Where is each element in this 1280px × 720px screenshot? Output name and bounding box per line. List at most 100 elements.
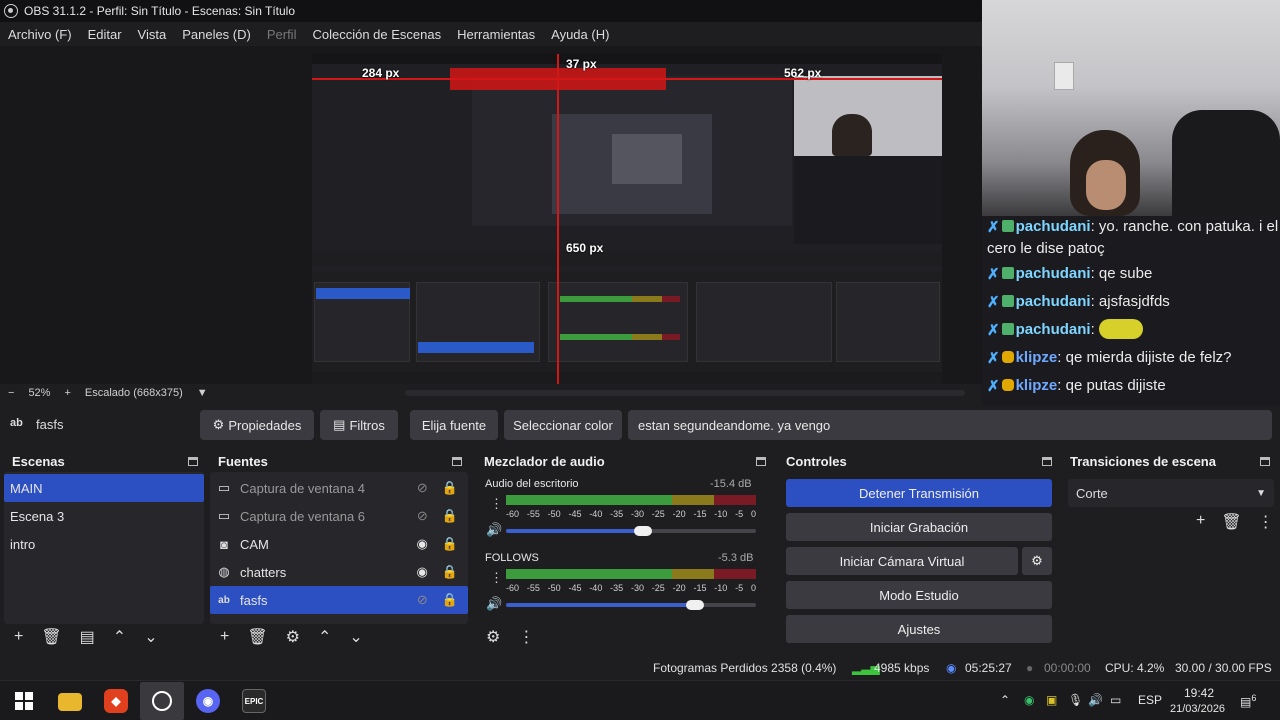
volume-knob[interactable] xyxy=(686,600,704,610)
chat-overlay: ✗ pachudani: yo. ranche. con patuka. i el… xyxy=(982,216,1280,406)
lock-icon[interactable]: 🔒 xyxy=(442,508,458,524)
menu-paneles[interactable]: Paneles (D) xyxy=(182,27,251,42)
zoom-in-button[interactable]: + xyxy=(64,387,70,399)
popout-icon[interactable] xyxy=(1042,456,1052,466)
start-recording-button[interactable]: Iniciar Grabación xyxy=(786,513,1052,541)
menu-perfil[interactable]: Perfil xyxy=(267,27,297,42)
popout-icon[interactable] xyxy=(1260,456,1270,466)
filters-button[interactable]: ▤ Filtros xyxy=(320,410,398,440)
emote-badge-icon xyxy=(1001,267,1014,279)
menu-herramientas[interactable]: Herramientas xyxy=(457,27,535,42)
stop-stream-button[interactable]: Detener Transmisión xyxy=(786,479,1052,507)
popout-icon[interactable] xyxy=(188,456,198,466)
advanced-audio-icon[interactable]: ⚙ xyxy=(486,627,500,647)
menu-vista[interactable]: Vista xyxy=(138,27,167,42)
gear-icon[interactable]: ⚙ xyxy=(286,627,300,647)
speaker-icon[interactable]: 🔊 xyxy=(486,596,502,612)
controls-title: Controles xyxy=(786,453,847,469)
eye-off-icon[interactable]: ⊘ xyxy=(417,480,428,496)
properties-button[interactable]: ⚙ Propiedades xyxy=(200,410,314,440)
notification-icon[interactable]: ▤6 xyxy=(1240,693,1256,709)
preview-scrollbar[interactable] xyxy=(405,390,965,396)
choose-source-button[interactable]: Elija fuente xyxy=(410,410,498,440)
source-item[interactable]: ▭ Captura de ventana 6 ⊘ 🔒 xyxy=(210,502,468,530)
sword-badge-icon: ✗ xyxy=(987,350,1000,367)
lock-icon[interactable]: 🔒 xyxy=(442,592,458,608)
clock-time[interactable]: 19:42 xyxy=(1184,686,1214,700)
virtual-cam-settings-button[interactable]: ⚙ xyxy=(1022,547,1052,575)
clock-date[interactable]: 21/03/2026 xyxy=(1170,703,1225,715)
discord-icon[interactable]: ◉ xyxy=(196,689,220,713)
eye-off-icon[interactable]: ⊘ xyxy=(417,508,428,524)
obs-taskbar-icon[interactable] xyxy=(140,682,184,720)
level-meter xyxy=(506,569,756,579)
eye-icon[interactable]: ◉ xyxy=(416,536,427,552)
sword-badge-icon: ✗ xyxy=(987,266,1000,283)
trash-icon[interactable]: 🗑 xyxy=(247,627,267,647)
add-icon[interactable]: + xyxy=(1196,512,1205,532)
tray-chevron-icon[interactable]: ⌃ xyxy=(1000,693,1010,707)
source-item[interactable]: ab fasfs ⊘ 🔒 xyxy=(210,586,468,614)
brave-browser-icon[interactable]: ◆ xyxy=(104,689,128,713)
lock-icon[interactable]: 🔒 xyxy=(442,480,458,496)
lock-icon[interactable]: 🔒 xyxy=(442,564,458,580)
channel-name: Audio del escritorio xyxy=(485,478,579,490)
tray-app-icon-2[interactable]: ▣ xyxy=(1046,693,1057,707)
preview-canvas[interactable]: 284 px 37 px 562 px 650 px xyxy=(312,54,942,384)
transition-select[interactable]: Corte ▼ xyxy=(1068,479,1274,507)
menu-editar[interactable]: Editar xyxy=(88,27,122,42)
volume-icon[interactable]: 🔊 xyxy=(1088,693,1103,707)
sword-badge-icon: ✗ xyxy=(987,378,1000,395)
mixer-title: Mezclador de audio xyxy=(484,453,605,469)
lock-icon[interactable]: 🔒 xyxy=(442,536,458,552)
studio-mode-button[interactable]: Modo Estudio xyxy=(786,581,1052,609)
text-source-icon: ab xyxy=(10,417,23,429)
volume-slider[interactable] xyxy=(506,603,694,607)
scene-item-escena-3[interactable]: Escena 3 xyxy=(4,502,204,530)
chevron-up-icon[interactable]: ⌃ xyxy=(113,627,126,647)
source-item[interactable]: ▭ Captura de ventana 4 ⊘ 🔒 xyxy=(210,474,468,502)
select-color-button[interactable]: Seleccionar color xyxy=(504,410,622,440)
popout-icon[interactable] xyxy=(452,456,462,466)
windows-start-icon[interactable] xyxy=(12,689,36,713)
trash-icon[interactable]: 🗑 xyxy=(1221,512,1241,532)
kebab-icon[interactable]: ⋮ xyxy=(490,496,503,512)
chevron-down-icon[interactable]: ⌄ xyxy=(349,627,362,647)
text-input[interactable]: estan segundeandome. ya vengo xyxy=(628,410,1272,440)
eye-icon[interactable]: ◉ xyxy=(416,564,427,580)
zoom-out-button[interactable]: − xyxy=(8,387,14,399)
source-item[interactable]: ◙ CAM ◉ 🔒 xyxy=(210,530,468,558)
menu-ayuda[interactable]: Ayuda (H) xyxy=(551,27,609,42)
trash-icon[interactable]: 🗑 xyxy=(41,627,61,647)
window-icon: ▭ xyxy=(217,480,231,495)
scale-dropdown-icon[interactable]: ▼ xyxy=(197,387,208,399)
kebab-icon[interactable]: ⋮ xyxy=(518,627,534,647)
network-icon[interactable]: ▭ xyxy=(1110,693,1121,707)
chevron-down-icon[interactable]: ⌄ xyxy=(144,627,157,647)
eye-off-icon[interactable]: ⊘ xyxy=(417,592,428,608)
add-icon[interactable]: + xyxy=(14,628,23,646)
popout-icon[interactable] xyxy=(756,456,766,466)
settings-button[interactable]: Ajustes xyxy=(786,615,1052,643)
scenes-title: Escenas xyxy=(12,453,65,469)
kebab-icon[interactable]: ⋮ xyxy=(1258,512,1274,532)
menu-archivo[interactable]: Archivo (F) xyxy=(8,27,72,42)
sources-title: Fuentes xyxy=(218,453,268,469)
tray-app-icon[interactable]: ◉ xyxy=(1024,693,1034,707)
source-item[interactable]: ◍ chatters ◉ 🔒 xyxy=(210,558,468,586)
scene-item-main[interactable]: MAIN xyxy=(4,474,204,502)
epic-games-icon[interactable]: EPIC xyxy=(242,689,266,713)
scene-item-intro[interactable]: intro xyxy=(4,530,204,558)
menu-coleccion-escenas[interactable]: Colección de Escenas xyxy=(312,27,441,42)
volume-slider[interactable] xyxy=(506,529,642,533)
add-icon[interactable]: + xyxy=(220,628,229,646)
chevron-up-icon[interactable]: ⌃ xyxy=(318,627,331,647)
volume-knob[interactable] xyxy=(634,526,652,536)
speaker-icon[interactable]: 🔊 xyxy=(486,522,502,538)
start-virtual-cam-button[interactable]: Iniciar Cámara Virtual xyxy=(786,547,1018,575)
kebab-icon[interactable]: ⋮ xyxy=(490,570,503,586)
language-indicator[interactable]: ESP xyxy=(1138,693,1162,707)
file-explorer-icon[interactable] xyxy=(58,693,82,711)
microphone-icon[interactable]: 🎙 xyxy=(1068,693,1083,707)
filter-icon[interactable]: ▤ xyxy=(80,627,95,647)
